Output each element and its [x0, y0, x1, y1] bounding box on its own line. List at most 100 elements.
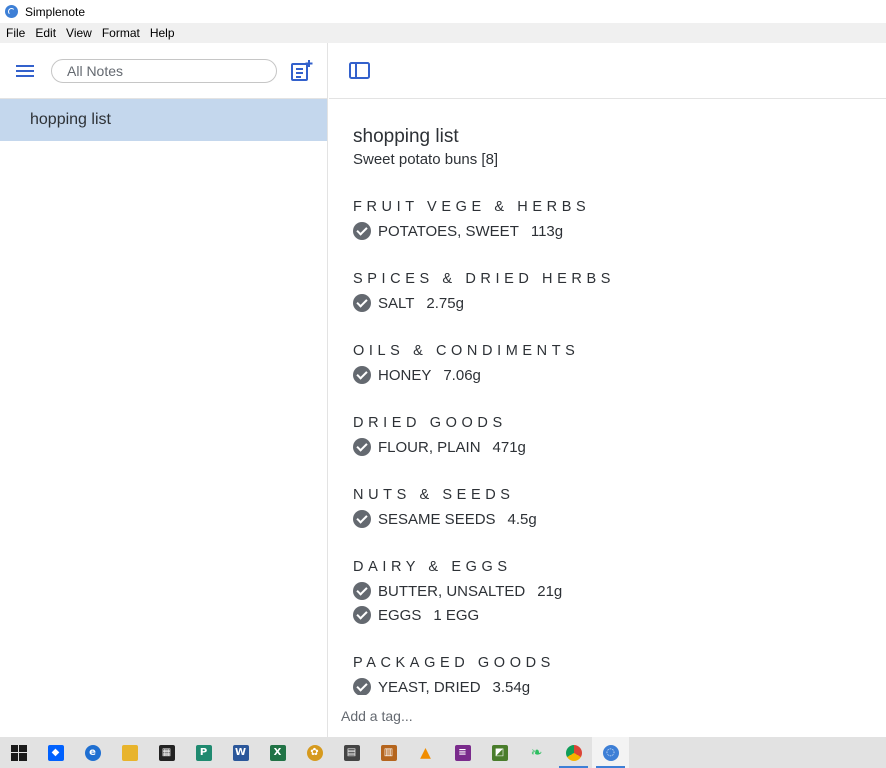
item-quantity: 7.06g	[443, 366, 481, 384]
note-list-sidebar: hopping list	[0, 43, 328, 737]
menu-edit[interactable]: Edit	[30, 23, 61, 43]
checkmark-icon[interactable]	[353, 606, 371, 624]
section-heading: FRUIT VEGE & HERBS	[353, 199, 591, 215]
title-bar: Simplenote	[0, 0, 886, 23]
checkmark-icon[interactable]	[353, 222, 371, 240]
item-name: SESAME SEEDS	[378, 510, 496, 528]
section-spices-dried-herbs: SPICES & DRIED HERBS SALT 2.75g	[353, 267, 873, 315]
note-list: hopping list	[0, 99, 327, 141]
evernote-icon: ❧	[530, 744, 543, 761]
menu-format[interactable]: Format	[97, 23, 145, 43]
section-heading: DAIRY & EGGS	[353, 559, 512, 575]
taskbar-evernote[interactable]: ❧	[518, 737, 555, 768]
taskbar-winrar[interactable]: ≡	[444, 737, 481, 768]
checkmark-icon[interactable]	[353, 582, 371, 600]
note-title: shopping list	[353, 126, 459, 147]
menu-view[interactable]: View	[61, 23, 97, 43]
item-quantity: 2.75g	[426, 294, 464, 312]
section-heading: DRIED GOODS	[353, 415, 507, 431]
section-nuts-seeds: NUTS & SEEDS SESAME SEEDS 4.5g	[353, 483, 873, 531]
chrome-icon	[565, 744, 582, 761]
checklist-item: SALT 2.75g	[353, 291, 873, 315]
editor-toolbar	[329, 43, 886, 99]
taskbar-start[interactable]	[0, 737, 37, 768]
sidebar-toggle-icon[interactable]	[349, 62, 371, 80]
store-icon: ▦	[158, 744, 175, 761]
section-dairy-eggs: DAIRY & EGGS BUTTER, UNSALTED 21g EGGS 1…	[353, 555, 873, 627]
checklist-item: FLOUR, PLAIN 471g	[353, 435, 873, 459]
checklist-item: YEAST, DRIED 3.54g	[353, 675, 873, 695]
item-name: YEAST, DRIED	[378, 678, 481, 696]
taskbar-edge[interactable]: e	[74, 737, 111, 768]
checkmark-icon[interactable]	[353, 678, 371, 695]
item-name: EGGS	[378, 606, 422, 624]
item-quantity: 1 EGG	[433, 606, 480, 624]
checklist-item: POTATOES, SWEET 113g	[353, 219, 873, 243]
item-name: POTATOES, SWEET	[378, 222, 519, 240]
sidebar-toolbar	[0, 43, 327, 99]
section-heading: OILS & CONDIMENTS	[353, 343, 580, 359]
taskbar-dropbox[interactable]: ◆	[37, 737, 74, 768]
item-name: FLOUR, PLAIN	[378, 438, 481, 456]
note-list-item[interactable]: hopping list	[0, 99, 327, 141]
checklist-item: BUTTER, UNSALTED 21g	[353, 579, 873, 603]
taskbar-excel[interactable]: X	[259, 737, 296, 768]
taskbar-file-explorer[interactable]	[111, 737, 148, 768]
item-name: HONEY	[378, 366, 432, 384]
menu-help[interactable]: Help	[145, 23, 180, 43]
word-icon: W	[232, 744, 249, 761]
app-green-icon: ◩	[491, 744, 508, 761]
window-title: Simplenote	[25, 4, 86, 19]
edge-icon: e	[84, 744, 101, 761]
item-name: BUTTER, UNSALTED	[378, 582, 526, 600]
note-content[interactable]: shopping list Sweet potato buns [8] FRUI…	[353, 125, 873, 695]
section-dried-goods: DRIED GOODS FLOUR, PLAIN 471g	[353, 411, 873, 459]
simplenote-icon: ◌	[602, 744, 619, 761]
film-icon: ▥	[380, 744, 397, 761]
note-subtitle: Sweet potato buns [8]	[353, 151, 499, 168]
item-quantity: 113g	[530, 222, 564, 240]
taskbar-app-green[interactable]: ◩	[481, 737, 518, 768]
section-heading: NUTS & SEEDS	[353, 487, 515, 503]
taskbar-simplenote[interactable]: ◌	[592, 737, 629, 768]
publisher-icon: P	[195, 744, 212, 761]
taskbar-chrome[interactable]	[555, 737, 592, 768]
section-packaged-goods: PACKAGED GOODS YEAST, DRIED 3.54g	[353, 651, 873, 695]
windows-start-icon	[10, 744, 27, 761]
dropbox-icon: ◆	[47, 744, 64, 761]
excel-icon: X	[269, 744, 286, 761]
menu-bar: File Edit View Format Help	[0, 23, 886, 43]
windows-taskbar: ◆ e ▦ P W X ✿ ▤ ▥ ▲ ≡ ◩ ❧ ◌	[0, 737, 886, 768]
item-name: SALT	[378, 294, 415, 312]
item-quantity: 471g	[492, 438, 526, 456]
app-icon: ✿	[306, 744, 323, 761]
taskbar-publisher[interactable]: P	[185, 737, 222, 768]
taskbar-film[interactable]: ▥	[370, 737, 407, 768]
checklist-item: EGGS 1 EGG	[353, 603, 873, 627]
add-tag-input[interactable]	[341, 705, 641, 727]
section-heading: SPICES & DRIED HERBS	[353, 271, 616, 287]
taskbar-store[interactable]: ▦	[148, 737, 185, 768]
taskbar-calculator[interactable]: ▤	[333, 737, 370, 768]
item-quantity: 21g	[537, 582, 563, 600]
simplenote-logo-icon	[5, 5, 18, 18]
checkmark-icon[interactable]	[353, 366, 371, 384]
note-editor: shopping list Sweet potato buns [8] FRUI…	[329, 43, 886, 737]
section-oils-condiments: OILS & CONDIMENTS HONEY 7.06g	[353, 339, 873, 387]
checkmark-icon[interactable]	[353, 438, 371, 456]
taskbar-app[interactable]: ✿	[296, 737, 333, 768]
checkmark-icon[interactable]	[353, 294, 371, 312]
file-explorer-icon	[121, 744, 138, 761]
checklist-item: HONEY 7.06g	[353, 363, 873, 387]
item-quantity: 4.5g	[507, 510, 537, 528]
checklist-item: SESAME SEEDS 4.5g	[353, 507, 873, 531]
taskbar-vlc[interactable]: ▲	[407, 737, 444, 768]
menu-hamburger-icon[interactable]	[16, 62, 38, 80]
search-input[interactable]	[51, 59, 277, 83]
vlc-icon: ▲	[420, 744, 431, 761]
checkmark-icon[interactable]	[353, 510, 371, 528]
menu-file[interactable]: File	[1, 23, 30, 43]
taskbar-word[interactable]: W	[222, 737, 259, 768]
new-note-icon[interactable]	[290, 59, 314, 83]
winrar-icon: ≡	[454, 744, 471, 761]
